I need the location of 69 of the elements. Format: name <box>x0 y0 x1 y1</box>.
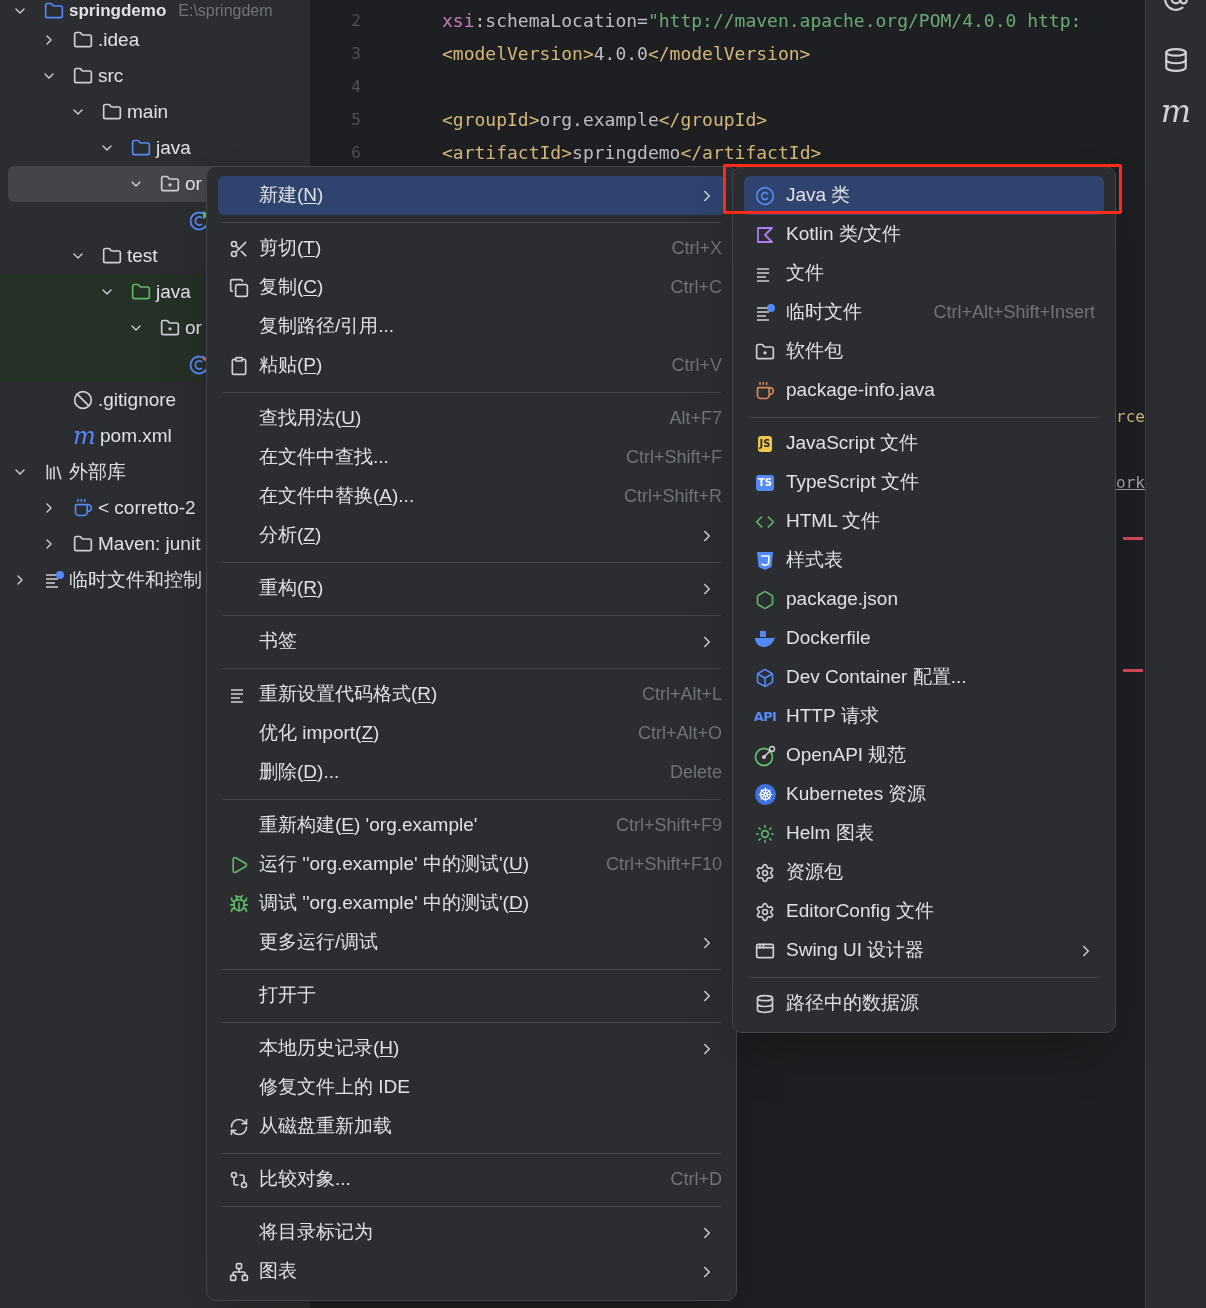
menu-item-label: 路径中的数据源 <box>786 991 919 1016</box>
menu-item-label: 书签 <box>259 629 297 654</box>
menu-item-label: Dev Container 配置... <box>786 665 967 690</box>
menu-item-label: Swing UI 设计器 <box>786 938 925 963</box>
menu-item-label: HTTP 请求 <box>786 704 879 729</box>
code-fragment: ork <box>1116 472 1145 494</box>
menu-item-label: 图表 <box>259 1259 297 1284</box>
shortcut-label: Ctrl+Shift+R <box>623 485 722 508</box>
menu-item-label: package-info.java <box>786 378 935 403</box>
menu-item-label: EditorConfig 文件 <box>786 899 934 924</box>
code-line: <modelVersion>4.0.0</modelVersion> <box>442 42 811 66</box>
menu-item-label: Kotlin 类/文件 <box>786 222 902 247</box>
menu-item-label: Helm 图表 <box>786 821 874 846</box>
menu-item-label: 从磁盘重新加载 <box>259 1114 392 1139</box>
menu-item-label: 文件 <box>786 261 824 286</box>
shortcut-label: Ctrl+Alt+Shift+Insert <box>933 301 1095 324</box>
maven-file-icon: m <box>73 424 95 448</box>
menu-item-label: Kubernetes 资源 <box>786 782 927 807</box>
file-type-icon: JS <box>757 435 773 452</box>
menu-item-label: 本地历史记录(H) <box>259 1036 400 1061</box>
shortcut-label: Ctrl+Shift+F9 <box>615 814 722 837</box>
api-icon: API <box>753 710 777 723</box>
menu-item-label: 临时文件 <box>786 300 862 325</box>
file-type-icon: TS <box>756 474 774 491</box>
menu-item-label: 分析(Z) <box>259 523 322 548</box>
menu-item-label: 样式表 <box>786 548 843 573</box>
menu-item-label: 剪切(T) <box>259 236 322 261</box>
shortcut-label: Delete <box>669 761 722 784</box>
menu-item-label: 运行 ''org.example' 中的测试'(U) <box>259 852 529 877</box>
menu-item-label: TypeScript 文件 <box>786 470 920 495</box>
menu-item-label: Java 类 <box>786 183 851 208</box>
menu-item-label: 删除(D)... <box>259 760 340 785</box>
menu-item-label: 比较对象... <box>259 1167 351 1192</box>
shortcut-label: Ctrl+Shift+F <box>625 446 722 469</box>
menu-item-label: 粘贴(P) <box>259 353 323 378</box>
shortcut-label: Ctrl+Alt+O <box>637 722 722 745</box>
menu-item-label: 修复文件上的 IDE <box>259 1075 410 1100</box>
project-path: E:\springdem <box>178 1 273 21</box>
shortcut-label: Ctrl+X <box>671 237 722 260</box>
menu-item-label: 打开于 <box>259 983 316 1008</box>
shortcut-label: Ctrl+C <box>670 276 722 299</box>
menu-item-label: 复制路径/引用... <box>259 314 395 339</box>
shortcut-label: Ctrl+V <box>671 354 722 377</box>
menu-item-label: 复制(C) <box>259 275 324 300</box>
menu-item-label: 调试 ''org.example' 中的测试'(D) <box>259 891 529 916</box>
code-line: <groupId>org.example</groupId> <box>442 108 768 132</box>
menu-item-label: 软件包 <box>786 339 843 364</box>
shortcut-label: Alt+F7 <box>669 407 722 430</box>
menu-item-label: 优化 import(Z) <box>259 721 380 746</box>
menu-item-label: 重构(R) <box>259 576 324 601</box>
code-line: xsi:schemaLocation="http://maven.apache.org/POM/4.0.0 http: <box>442 9 1082 33</box>
code-fragment: rce <box>1116 406 1145 428</box>
menu-item-label: 重新设置代码格式(R) <box>259 682 438 707</box>
menu-item-label: package.json <box>786 587 898 612</box>
shortcut-label: Ctrl+Shift+F10 <box>605 853 722 876</box>
menu-item-label: 在文件中替换(A)... <box>259 484 415 509</box>
menu-item-label: 查找用法(U) <box>259 406 362 431</box>
menu-item-label: HTML 文件 <box>786 509 881 534</box>
menu-item-label: 将目录标记为 <box>259 1220 373 1245</box>
menu-item-label: 更多运行/调试 <box>259 930 379 955</box>
code-line: <artifactId>springdemo</artifactId> <box>442 141 822 165</box>
menu-item-label: Dockerfile <box>786 626 871 651</box>
menu-item-label: 重新构建(E) 'org.example' <box>259 813 478 838</box>
menu-item-label: JavaScript 文件 <box>786 431 918 456</box>
menu-item-label: 在文件中查找... <box>259 445 389 470</box>
menu-item-label: OpenAPI 规范 <box>786 743 907 768</box>
shortcut-label: Ctrl+D <box>670 1168 722 1191</box>
menu-item-label: 资源包 <box>786 860 843 885</box>
shortcut-label: Ctrl+Alt+L <box>641 683 722 706</box>
